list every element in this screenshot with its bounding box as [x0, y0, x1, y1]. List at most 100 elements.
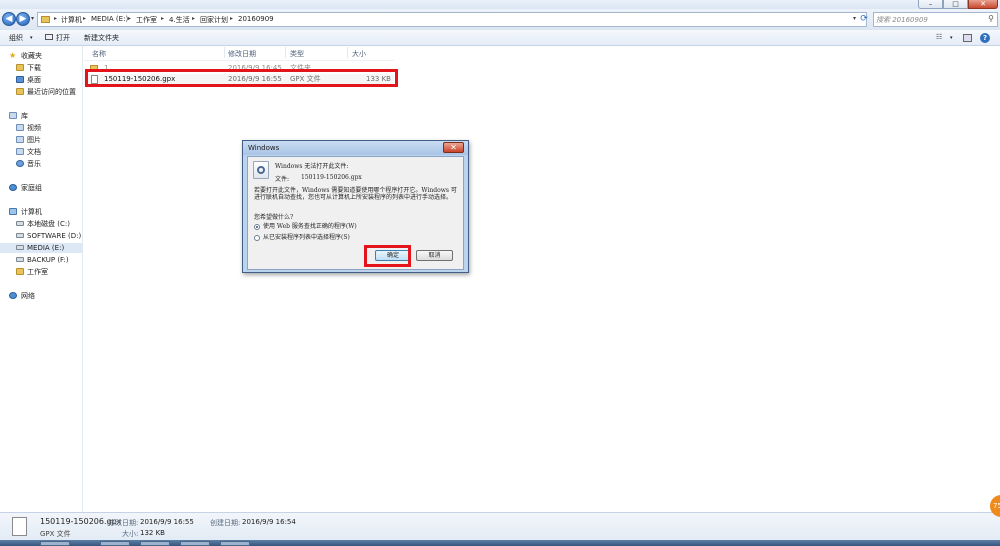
option-label[interactable]: 使用 Web 服务查找正确的程序(W) [263, 223, 357, 231]
sidebar-item-pictures[interactable]: 图片 [0, 135, 82, 145]
window-titlebar: – □ ✕ [0, 0, 1000, 9]
option-installed-programs[interactable]: 从已安装程序列表中选择程序(S) [254, 234, 454, 243]
network-icon [9, 292, 17, 299]
refresh-button[interactable]: ⟳ [858, 13, 870, 25]
sidebar-item-favorites[interactable]: ★ 收藏夹 [0, 51, 82, 61]
option-web-service[interactable]: 使用 Web 服务查找正确的程序(W) [254, 223, 454, 232]
recent-pages-dropdown[interactable]: ▾ [31, 15, 34, 22]
preview-pane-icon[interactable] [963, 34, 972, 42]
sidebar-item-label: 下载 [27, 64, 41, 72]
file-list: 名称 修改日期 类型 大小 1 2016/9/9 16:45 文件夹 15011… [84, 46, 1000, 512]
sidebar-item-documents[interactable]: 文档 [0, 147, 82, 157]
sidebar-item-network[interactable]: 网络 [0, 291, 82, 301]
address-history-dropdown[interactable]: ▾ [853, 15, 856, 22]
folder-icon [16, 268, 24, 275]
sidebar-item-music[interactable]: 音乐 [0, 159, 82, 169]
dialog-title: Windows [248, 144, 280, 152]
details-created-value: 2016/9/9 16:54 [242, 518, 296, 526]
dialog-description: 若要打开此文件，Windows 需要知道要使用哪个程序打开它。Windows 可… [254, 187, 457, 201]
details-created-label: 创建日期: [210, 519, 241, 527]
header-divider [84, 60, 394, 61]
file-value: 150119-150206.gpx [301, 174, 362, 181]
star-icon: ★ [9, 51, 17, 60]
sidebar-item-homegroup[interactable]: 家庭组 [0, 183, 82, 193]
sidebar-item-downloads[interactable]: 下载 [0, 63, 82, 73]
organize-dropdown-icon[interactable]: ▾ [30, 35, 33, 41]
taskbar-button[interactable] [140, 541, 170, 546]
cancel-button[interactable]: 取消 [416, 250, 453, 261]
breadcrumb-separator[interactable]: ▸ [161, 15, 164, 22]
sidebar-item-videos[interactable]: 视频 [0, 123, 82, 133]
column-header-type[interactable]: 类型 [290, 49, 304, 59]
open-icon[interactable] [45, 34, 53, 40]
search-input[interactable] [876, 14, 981, 25]
organize-button[interactable]: 组织 [9, 33, 23, 43]
column-header-modified[interactable]: 修改日期 [228, 49, 256, 59]
breadcrumb-media-drive[interactable]: MEDIA (E:) [91, 15, 128, 23]
sidebar-item-label: 收藏夹 [21, 52, 42, 60]
breadcrumb-separator[interactable]: ▸ [128, 15, 131, 22]
sidebar-item-recent-places[interactable]: 最近访问的位置 [0, 87, 82, 97]
file-label: 文件: [275, 176, 290, 183]
folder-icon [16, 64, 24, 71]
picture-icon [16, 136, 24, 143]
sidebar-item-drive-d[interactable]: SOFTWARE (D:) [0, 231, 82, 241]
column-header-size[interactable]: 大小 [352, 49, 366, 59]
breadcrumb-separator[interactable]: ▸ [230, 15, 233, 22]
radio-button[interactable] [254, 235, 260, 241]
sidebar-item-drive-f[interactable]: BACKUP (F:) [0, 255, 82, 265]
column-divider[interactable] [285, 47, 286, 58]
sidebar-item-label: 图片 [27, 136, 41, 144]
details-pane: 150119-150206.gpx GPX 文件 修改日期: 2016/9/9 … [0, 512, 1000, 540]
magnifier-icon [257, 166, 265, 174]
taskbar-button[interactable] [40, 541, 70, 546]
option-label[interactable]: 从已安装程序列表中选择程序(S) [263, 234, 350, 242]
music-icon [16, 160, 24, 167]
search-box[interactable]: ⚲ [873, 12, 998, 27]
cannot-open-file-dialog: Windows ✕ Windows 无法打开此文件: 文件: 150119-15… [242, 140, 469, 273]
breadcrumb-computer[interactable]: 计算机 [61, 15, 82, 25]
taskbar-button[interactable] [180, 541, 210, 546]
sidebar-item-label: 库 [21, 112, 28, 120]
forward-button[interactable]: ▶ [16, 12, 30, 26]
sidebar-item-label: 最近访问的位置 [27, 88, 76, 96]
minimize-button[interactable]: – [918, 0, 943, 9]
sidebar-item-libraries[interactable]: 库 [0, 111, 82, 121]
maximize-button[interactable]: □ [943, 0, 968, 9]
help-icon[interactable]: ? [980, 33, 990, 43]
dialog-close-button[interactable]: ✕ [443, 142, 464, 153]
sidebar-item-label: SOFTWARE (D:) [27, 232, 82, 240]
breadcrumb-separator[interactable]: ▸ [83, 15, 86, 22]
back-button[interactable]: ◀ [2, 12, 16, 26]
column-divider[interactable] [347, 47, 348, 58]
breadcrumb-separator[interactable]: ▸ [192, 15, 195, 22]
video-icon [16, 124, 24, 131]
sidebar-item-computer[interactable]: 计算机 [0, 207, 82, 217]
change-view-icon[interactable]: ☷ [936, 33, 942, 41]
taskbar-button[interactable] [100, 541, 130, 546]
sidebar-item-drive-c[interactable]: 本地磁盘 (C:) [0, 219, 82, 229]
dialog-titlebar[interactable]: Windows ✕ [243, 141, 468, 155]
sidebar-item-desktop[interactable]: 桌面 [0, 75, 82, 85]
view-dropdown-icon[interactable]: ▾ [950, 35, 953, 41]
column-header-name[interactable]: 名称 [92, 49, 106, 59]
open-button[interactable]: 打开 [56, 33, 70, 43]
address-bar[interactable]: ▸ 计算机 ▸ MEDIA (E:) ▸ 工作室 ▸ 4.生活 ▸ 回家计划 ▸… [37, 12, 867, 27]
sidebar-item-label: 本地磁盘 (C:) [27, 220, 70, 228]
breadcrumb-life[interactable]: 4.生活 [169, 15, 190, 25]
command-toolbar: 组织 ▾ 打开 新建文件夹 ☷ ▾ ? [0, 30, 1000, 46]
close-window-button[interactable]: ✕ [968, 0, 998, 9]
dialog-body: Windows 无法打开此文件: 文件: 150119-150206.gpx 若… [247, 156, 464, 270]
breadcrumb-separator[interactable]: ▸ [54, 15, 57, 22]
radio-button-checked[interactable] [254, 224, 260, 230]
taskbar-button[interactable] [220, 541, 250, 546]
column-divider[interactable] [224, 47, 225, 58]
breadcrumb-current-folder[interactable]: 20160909 [238, 15, 274, 23]
sidebar-item-drive-e[interactable]: MEDIA (E:) [0, 243, 82, 253]
breadcrumb-studio[interactable]: 工作室 [136, 15, 157, 25]
new-folder-button[interactable]: 新建文件夹 [84, 33, 119, 43]
breadcrumb-home-plan[interactable]: 回家计划 [200, 15, 228, 25]
details-file-type: GPX 文件 [40, 530, 71, 538]
search-icon[interactable]: ⚲ [988, 14, 994, 23]
sidebar-item-studio[interactable]: 工作室 [0, 267, 82, 277]
